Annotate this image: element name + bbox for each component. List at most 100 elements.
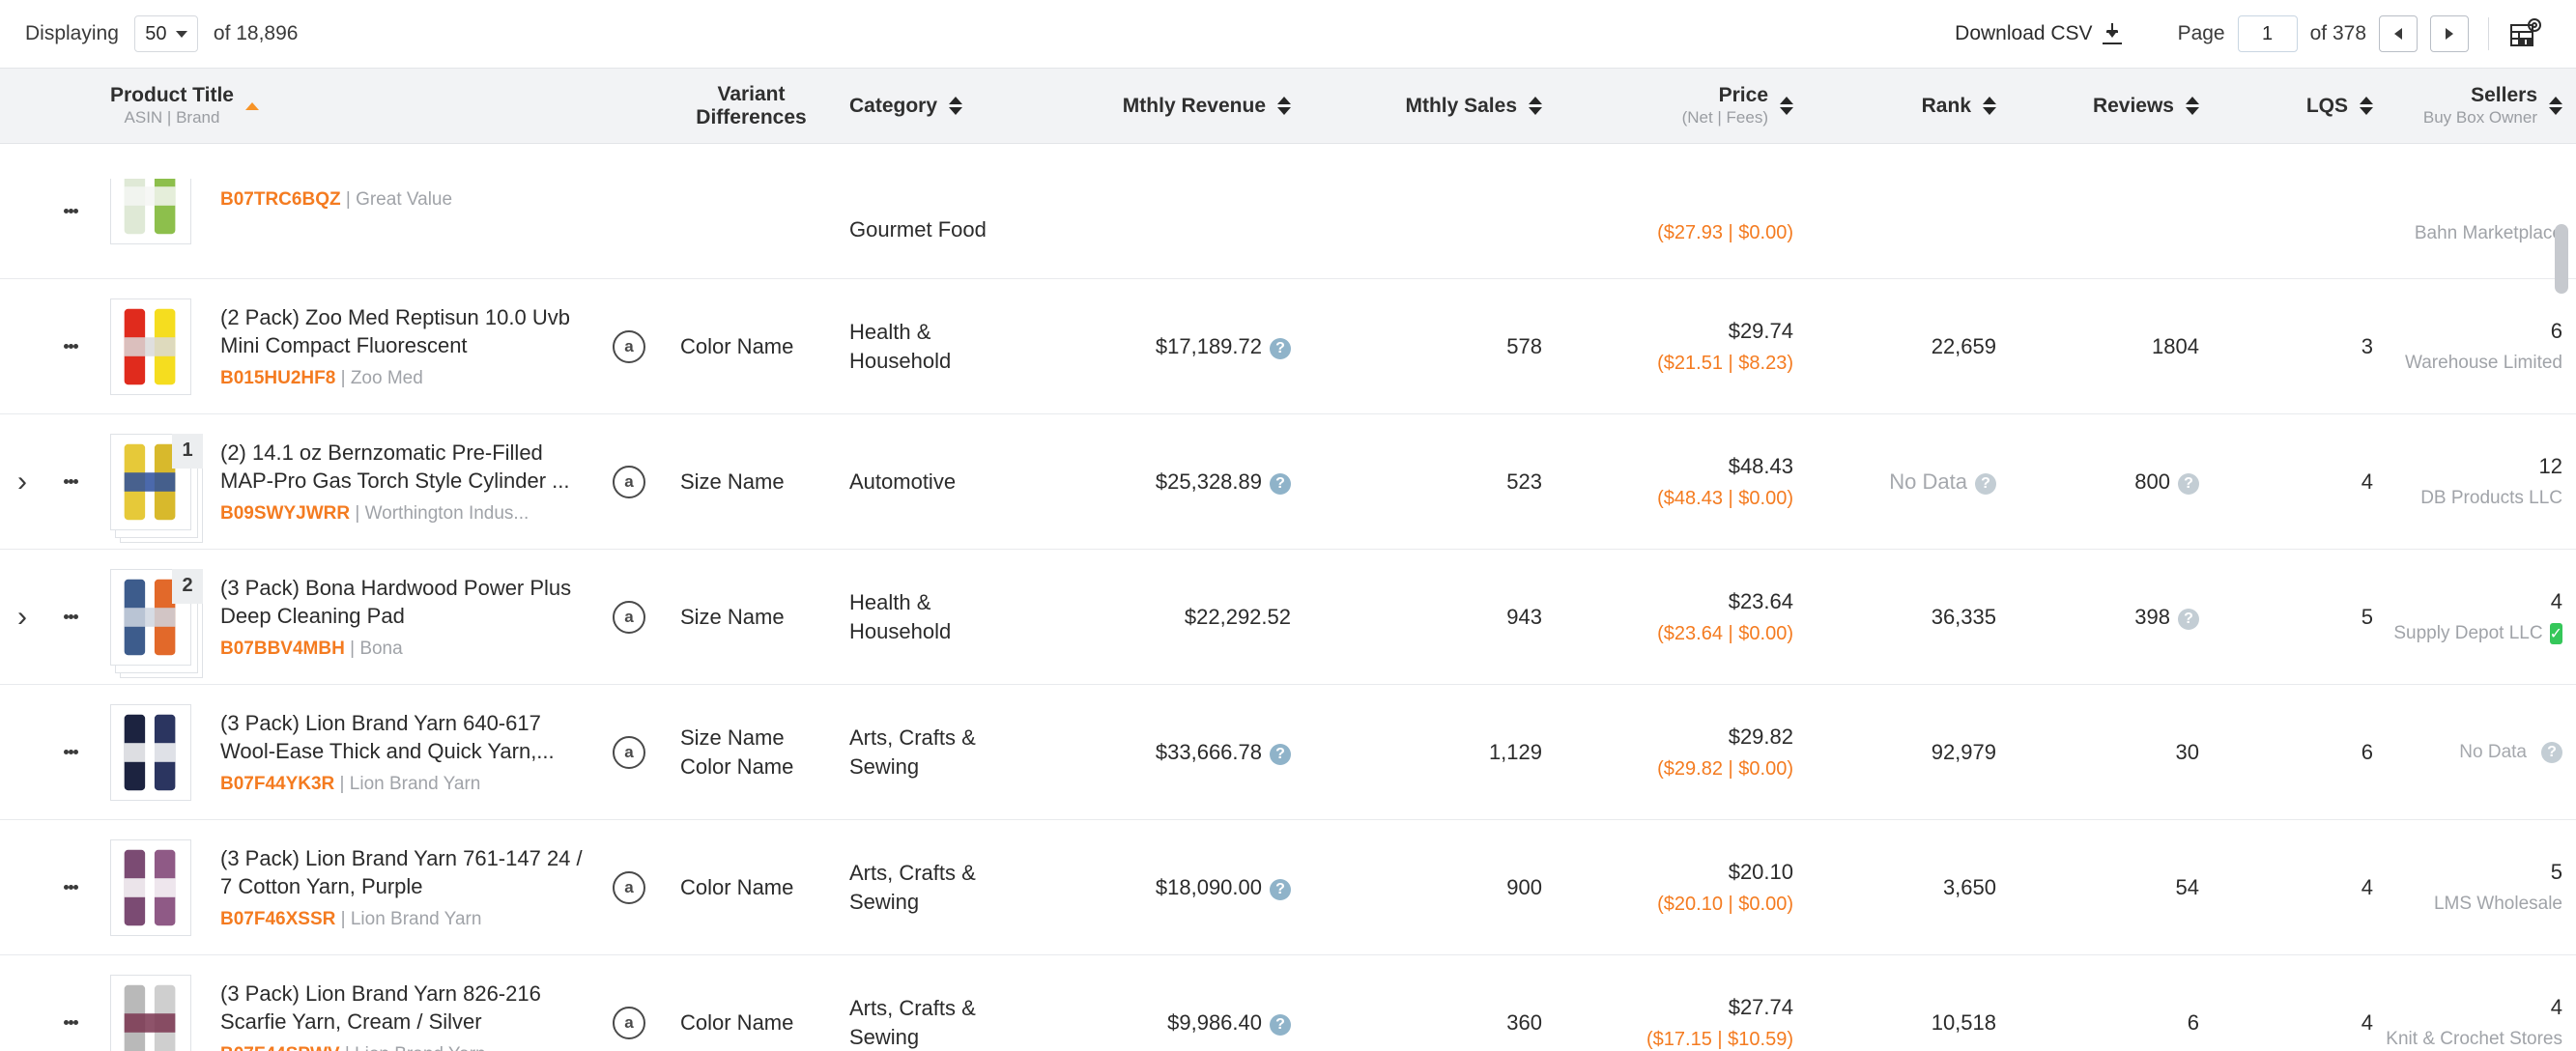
col-product-title-sub: ASIN | Brand [124, 107, 220, 127]
sort-toggle-mthly-sales[interactable] [1529, 97, 1542, 115]
info-help-icon[interactable]: ? [1270, 1013, 1291, 1036]
info-help-icon[interactable]: ? [2178, 608, 2199, 630]
table-row[interactable]: (3 Pack) Lion Brand Yarn 826-216 Scarfie… [0, 954, 2576, 1051]
row-actions-cell[interactable] [44, 684, 97, 820]
download-csv-button[interactable]: Download CSV [1955, 22, 2122, 45]
mthly-revenue-cell: $25,328.89? [1044, 413, 1304, 550]
row-actions-menu-icon[interactable] [44, 341, 97, 352]
row-actions-menu-icon[interactable] [44, 476, 97, 487]
amazon-badge-icon[interactable]: a [613, 870, 645, 904]
product-asin-brand: B07BBV4MBH | Bona [220, 639, 403, 660]
product-asin[interactable]: B07F44SPWV [220, 1044, 340, 1051]
product-asin[interactable]: B07TRC6BQZ [220, 189, 341, 210]
product-asin[interactable]: B07F44YK3R [220, 774, 334, 794]
table-row[interactable]: B07TRC6BQZ | Great Value Gourmet Food ($… [0, 143, 2576, 279]
product-cell[interactable]: (3 Pack) Lion Brand Yarn 826-216 Scarfie… [97, 954, 599, 1051]
product-thumbnail[interactable] [110, 178, 199, 244]
col-mthly-sales[interactable]: Mthly Sales [1304, 68, 1556, 144]
vertical-scrollbar-track[interactable] [2555, 143, 2572, 1051]
col-product-title[interactable]: Product Title ASIN | Brand [97, 68, 599, 144]
sort-toggle-sellers[interactable] [2549, 97, 2562, 115]
amazon-badge-icon[interactable]: a [613, 329, 645, 363]
table-row[interactable]: (3 Pack) Lion Brand Yarn 640-617 Wool-Ea… [0, 684, 2576, 820]
row-expand-cell[interactable]: › [0, 549, 44, 685]
col-sellers[interactable]: Sellers Buy Box Owner [2387, 68, 2576, 144]
product-title[interactable]: (3 Pack) Lion Brand Yarn 640-617 Wool-Ea… [220, 709, 586, 766]
sort-toggle-price[interactable] [1780, 97, 1793, 115]
product-title[interactable]: (3 Pack) Bona Hardwood Power Plus Deep C… [220, 574, 586, 631]
product-title[interactable]: (3 Pack) Lion Brand Yarn 761-147 24 / 7 … [220, 844, 586, 901]
col-price[interactable]: Price (Net | Fees) [1556, 68, 1807, 144]
row-actions-cell[interactable] [44, 143, 97, 279]
sort-toggle-lqs[interactable] [2360, 97, 2373, 115]
row-actions-cell[interactable] [44, 413, 97, 550]
product-thumbnail[interactable]: 2 [110, 568, 203, 666]
reviews-value: 30 [2175, 739, 2199, 764]
page-number-input[interactable] [2237, 15, 2298, 52]
row-actions-menu-icon[interactable] [44, 611, 97, 622]
product-thumbnail[interactable] [110, 974, 199, 1051]
product-title[interactable]: (2 Pack) Zoo Med Reptisun 10.0 Uvb Mini … [220, 303, 586, 360]
row-expand-cell[interactable]: › [0, 413, 44, 550]
product-asin[interactable]: B07BBV4MBH [220, 639, 345, 659]
product-thumbnail[interactable] [110, 703, 199, 801]
row-actions-cell[interactable] [44, 954, 97, 1051]
row-actions-menu-icon[interactable] [44, 206, 97, 216]
info-help-icon[interactable]: ? [1270, 878, 1291, 900]
mthly-sales-value: 360 [1506, 1009, 1542, 1035]
column-settings-button[interactable] [2510, 18, 2543, 49]
row-actions-cell[interactable] [44, 549, 97, 685]
expand-row-chevron-icon[interactable]: › [0, 467, 44, 497]
amazon-badge-icon[interactable]: a [613, 600, 645, 634]
info-help-icon[interactable]: ? [1270, 472, 1291, 495]
info-help-icon[interactable]: ? [2178, 472, 2199, 495]
previous-page-button[interactable] [2379, 15, 2418, 52]
info-help-icon[interactable]: ? [1975, 472, 1996, 495]
amazon-badge-icon[interactable]: a [613, 465, 645, 498]
product-asin[interactable]: B07F46XSSR [220, 909, 335, 929]
col-reviews[interactable]: Reviews [2010, 68, 2213, 144]
product-cell[interactable]: (3 Pack) Lion Brand Yarn 761-147 24 / 7 … [97, 819, 599, 955]
row-actions-menu-icon[interactable] [44, 882, 97, 893]
amazon-seller-cell [599, 143, 667, 279]
page-size-select[interactable]: 50 [133, 15, 198, 52]
products-table-container[interactable]: Product Title ASIN | Brand Variant Diffe… [0, 68, 2576, 1051]
product-cell[interactable]: (2 Pack) Zoo Med Reptisun 10.0 Uvb Mini … [97, 278, 599, 414]
product-title[interactable]: (3 Pack) Lion Brand Yarn 826-216 Scarfie… [220, 980, 586, 1037]
col-mthly-revenue[interactable]: Mthly Revenue [1044, 68, 1304, 144]
sort-toggle-reviews[interactable] [2186, 97, 2199, 115]
product-asin[interactable]: B015HU2HF8 [220, 368, 335, 388]
info-help-icon[interactable]: ? [1270, 743, 1291, 765]
table-row[interactable]: › 1 (2) 14.1 oz Bernzomatic Pre-Filled M… [0, 413, 2576, 550]
row-actions-menu-icon[interactable] [44, 1017, 97, 1028]
sort-toggle-mthly-revenue[interactable] [1277, 97, 1291, 115]
row-actions-cell[interactable] [44, 819, 97, 955]
amazon-badge-icon[interactable]: a [613, 1006, 645, 1039]
col-lqs[interactable]: LQS [2213, 68, 2387, 144]
table-row[interactable]: (3 Pack) Lion Brand Yarn 761-147 24 / 7 … [0, 819, 2576, 955]
next-page-button[interactable] [2430, 15, 2469, 52]
product-thumbnail[interactable]: 1 [110, 433, 203, 530]
product-cell[interactable]: 2 (3 Pack) Bona Hardwood Power Plus Deep… [97, 549, 599, 685]
product-thumbnail[interactable] [110, 298, 199, 395]
table-row[interactable]: (2 Pack) Zoo Med Reptisun 10.0 Uvb Mini … [0, 278, 2576, 414]
product-title[interactable]: (2) 14.1 oz Bernzomatic Pre-Filled MAP-P… [220, 439, 586, 496]
vertical-scrollbar-thumb[interactable] [2555, 224, 2568, 294]
table-row[interactable]: › 2 (3 Pack) Bona Hardwood Power Plus De… [0, 549, 2576, 685]
chevron-left-icon [2394, 28, 2402, 40]
sort-toggle-rank[interactable] [1983, 97, 1996, 115]
product-asin[interactable]: B09SWYJWRR [220, 503, 350, 524]
row-actions-menu-icon[interactable] [44, 747, 97, 757]
product-cell[interactable]: B07TRC6BQZ | Great Value [97, 143, 599, 279]
sort-toggle-product-title[interactable] [244, 101, 259, 110]
product-thumbnail[interactable] [110, 838, 199, 936]
row-actions-cell[interactable] [44, 278, 97, 414]
info-help-icon[interactable]: ? [1270, 337, 1291, 359]
sort-toggle-category[interactable] [949, 97, 963, 115]
col-category[interactable]: Category [836, 68, 1044, 144]
col-rank[interactable]: Rank [1807, 68, 2010, 144]
amazon-badge-icon[interactable]: a [613, 735, 645, 769]
product-cell[interactable]: (3 Pack) Lion Brand Yarn 640-617 Wool-Ea… [97, 684, 599, 820]
product-cell[interactable]: 1 (2) 14.1 oz Bernzomatic Pre-Filled MAP… [97, 413, 599, 550]
expand-row-chevron-icon[interactable]: › [0, 602, 44, 632]
